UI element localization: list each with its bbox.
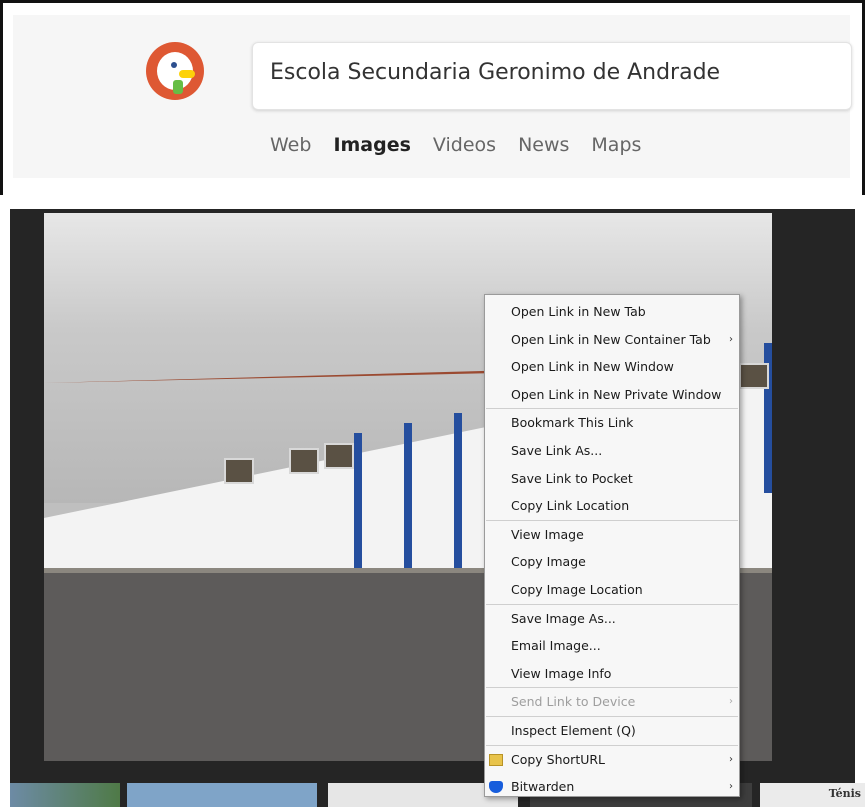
browser-page: Escola Secundaria Geronimo de Andrade We… xyxy=(0,0,865,807)
tab-web[interactable]: Web xyxy=(270,134,311,156)
menu-item-bitwarden[interactable]: Bitwarden › xyxy=(485,773,739,801)
context-menu: Open Link in New Tab Open Link in New Co… xyxy=(484,294,740,797)
menu-item-copy-link-location[interactable]: Copy Link Location xyxy=(485,492,739,520)
menu-item-email-image[interactable]: Email Image... xyxy=(485,632,739,660)
menu-item-label: Copy Image Location xyxy=(511,581,643,597)
photo-pillar xyxy=(404,423,412,583)
photo-window xyxy=(224,458,254,484)
menu-item-send-link-to-device: Send Link to Device › xyxy=(485,688,739,716)
submenu-arrow-icon: › xyxy=(729,696,733,708)
menu-item-label: View Image Info xyxy=(511,665,612,681)
menu-item-save-link[interactable]: Save Link As... xyxy=(485,437,739,465)
thumbnail[interactable] xyxy=(10,783,120,807)
tab-maps[interactable]: Maps xyxy=(591,134,641,156)
photo-pillar xyxy=(454,413,462,583)
menu-item-label: Save Link to Pocket xyxy=(511,470,633,486)
tab-videos[interactable]: Videos xyxy=(433,134,496,156)
menu-item-open-new-tab[interactable]: Open Link in New Tab xyxy=(485,298,739,326)
thumbnail[interactable] xyxy=(127,783,317,807)
menu-item-save-image[interactable]: Save Image As... xyxy=(485,605,739,633)
photo-window xyxy=(739,363,769,389)
duck-face-icon xyxy=(157,52,195,94)
menu-item-label: Bitwarden xyxy=(511,779,575,795)
menu-item-label: Open Link in New Window xyxy=(511,359,674,375)
menu-item-view-image-info[interactable]: View Image Info xyxy=(485,660,739,688)
menu-item-open-private-window[interactable]: Open Link in New Private Window xyxy=(485,381,739,409)
menu-item-label: Bookmark This Link xyxy=(511,415,634,431)
menu-item-label: View Image xyxy=(511,526,584,542)
menu-item-label: Open Link in New Tab xyxy=(511,304,646,319)
menu-item-label: Copy ShortURL xyxy=(511,751,606,767)
bitwarden-shield-icon xyxy=(489,781,503,794)
menu-item-label: Open Link in New Container Tab xyxy=(511,331,711,347)
duck-beak-icon xyxy=(179,70,195,78)
menu-item-inspect-element[interactable]: Inspect Element (Q) xyxy=(485,717,739,745)
menu-item-label: Copy Link Location xyxy=(511,498,630,514)
submenu-arrow-icon: › xyxy=(729,781,733,793)
search-query-text[interactable]: Escola Secundaria Geronimo de Andrade xyxy=(270,60,720,85)
photo-window xyxy=(324,443,354,469)
duck-tie-icon xyxy=(173,80,183,94)
tab-news[interactable]: News xyxy=(518,134,569,156)
menu-item-label: Save Image As... xyxy=(511,610,616,626)
submenu-arrow-icon: › xyxy=(729,753,733,765)
menu-item-label: Email Image... xyxy=(511,638,601,654)
menu-item-save-to-pocket[interactable]: Save Link to Pocket xyxy=(485,465,739,493)
photo-pillar xyxy=(354,433,362,583)
menu-item-open-container-tab[interactable]: Open Link in New Container Tab › xyxy=(485,326,739,354)
menu-item-label: Copy Image xyxy=(511,554,586,570)
submenu-arrow-icon: › xyxy=(729,333,733,345)
search-tabs: Web Images Videos News Maps xyxy=(270,134,641,156)
menu-item-bookmark-link[interactable]: Bookmark This Link xyxy=(485,409,739,437)
menu-item-view-image[interactable]: View Image xyxy=(485,521,739,549)
menu-item-label: Inspect Element (Q) xyxy=(511,722,636,738)
menu-item-label: Save Link As... xyxy=(511,442,603,458)
thumbnail[interactable]: Ténis xyxy=(760,783,865,807)
photo-window xyxy=(289,448,319,474)
menu-item-copy-shorturl[interactable]: Copy ShortURL › xyxy=(485,746,739,774)
thumbnail-text: Ténis xyxy=(828,787,861,800)
menu-item-label: Open Link in New Private Window xyxy=(511,386,722,402)
ruler-icon xyxy=(489,753,503,766)
menu-item-copy-image[interactable]: Copy Image xyxy=(485,548,739,576)
menu-item-open-new-window[interactable]: Open Link in New Window xyxy=(485,353,739,381)
duck-eye-icon xyxy=(171,62,177,68)
tab-images[interactable]: Images xyxy=(333,134,410,156)
duckduckgo-logo[interactable] xyxy=(146,42,204,100)
menu-item-copy-image-location[interactable]: Copy Image Location xyxy=(485,576,739,604)
menu-item-label: Send Link to Device xyxy=(511,694,636,710)
